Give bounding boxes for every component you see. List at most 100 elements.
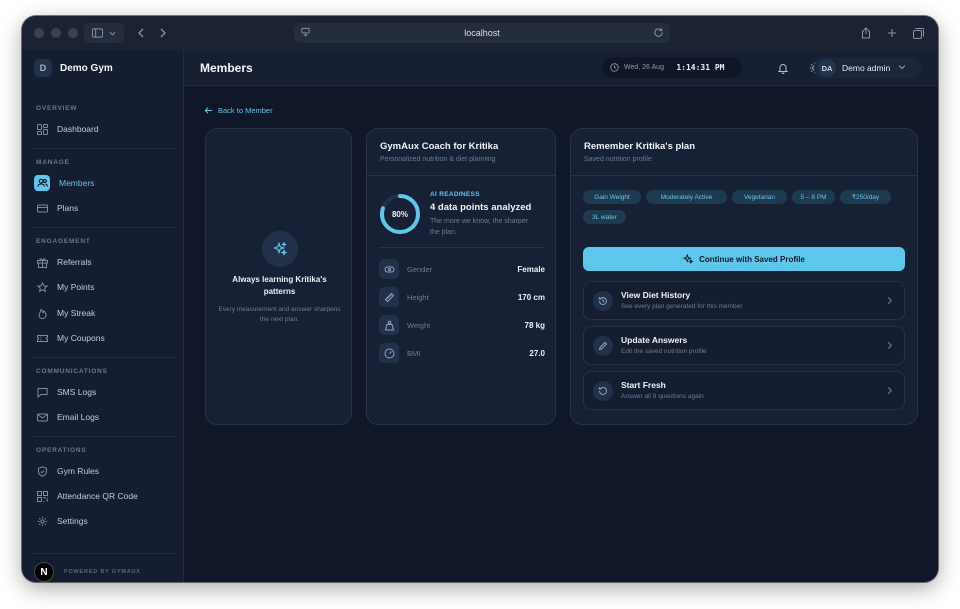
chevron-down-icon (109, 31, 116, 36)
chevron-down-icon (898, 64, 906, 72)
browser-actions (856, 23, 928, 43)
bell-icon[interactable] (777, 62, 789, 74)
action-title: Update Answers (621, 335, 688, 345)
star-icon (37, 281, 48, 293)
brand[interactable]: D Demo Gym (34, 59, 113, 77)
chip: ₹250/day (840, 190, 891, 204)
main-content: Back to Member Always learning Kritika's… (184, 86, 938, 582)
chip: Vegetarian (732, 190, 787, 204)
members-icon (34, 175, 50, 191)
sidebar-divider (32, 227, 176, 228)
sidebar-item-gym-rules[interactable]: Gym Rules (32, 461, 176, 481)
sidebar-item-sms-logs[interactable]: SMS Logs (32, 382, 176, 402)
tab-overview-button[interactable] (908, 23, 928, 43)
ai-readiness-tag: AI READINESS (430, 191, 480, 198)
action-subtitle: Answer all 9 questions again (621, 393, 704, 400)
sparkles-icon (262, 231, 298, 267)
metric-weight: Weight 78 kg (379, 315, 545, 335)
sidebar-icon (92, 28, 103, 38)
sidebar-item-my-points[interactable]: My Points (32, 277, 176, 297)
tabs-icon (912, 27, 924, 39)
forward-arrow-icon[interactable] (159, 28, 167, 38)
sidebar-item-dashboard[interactable]: Dashboard (32, 119, 176, 139)
history-nav (130, 23, 174, 43)
coach-subtitle: Personalized nutrition & diet planning (380, 156, 496, 163)
chevron-right-icon (885, 386, 894, 395)
minimize-window-button[interactable] (51, 28, 61, 38)
clock-icon (610, 63, 619, 72)
sidebar-item-label: My Coupons (57, 333, 105, 343)
sidebar-item-my-coupons[interactable]: My Coupons (32, 328, 176, 348)
arrow-left-icon (204, 106, 213, 115)
sparkles-icon (683, 254, 694, 264)
sidebar-item-referrals[interactable]: Referrals (32, 252, 176, 272)
share-icon (862, 27, 870, 39)
update-answers-button[interactable]: Update Answers Edit the saved nutrition … (583, 326, 905, 365)
action-title: Start Fresh (621, 380, 666, 390)
metric-label: Height (407, 292, 429, 302)
sidebar-item-label: Settings (57, 516, 88, 526)
weight-icon (379, 315, 399, 335)
coach-title: GymAux Coach for Kritika (380, 141, 499, 152)
start-fresh-button[interactable]: Start Fresh Answer all 9 questions again (583, 371, 905, 410)
gender-icon (379, 259, 399, 279)
learning-card: Always learning Kritika's patterns Every… (205, 128, 352, 425)
sidebar-item-members[interactable]: Members (32, 173, 176, 193)
browser-window: localhost D Demo Gym OVERVIEW Dashboard (22, 16, 938, 582)
sidebar-item-attendance-qr-code[interactable]: Attendance QR Code (32, 486, 176, 506)
sidebar-item-settings[interactable]: Settings (32, 511, 176, 531)
sidebar-item-label: Dashboard (57, 124, 99, 134)
new-tab-button[interactable] (882, 23, 902, 43)
sidebar-item-label: Plans (57, 203, 79, 213)
sidebar-toggle-button[interactable] (84, 23, 124, 43)
time-text: 1:14:31 PM (676, 63, 725, 72)
sidebar: D Demo Gym OVERVIEW Dashboard MANAGE Mem… (22, 50, 184, 582)
ticket-icon (37, 333, 48, 344)
rotate-icon (593, 381, 613, 401)
brand-name: Demo Gym (60, 62, 113, 74)
user-name: Demo admin (842, 63, 891, 73)
section-label-overview: OVERVIEW (36, 105, 78, 112)
site-settings-icon[interactable] (300, 27, 311, 38)
ruler-icon (379, 287, 399, 307)
card-divider (379, 247, 545, 248)
sidebar-item-label: Members (59, 178, 95, 188)
sidebar-item-my-streak[interactable]: My Streak (32, 303, 176, 323)
metric-height: Height 170 cm (379, 287, 545, 307)
metric-bmi: BMI 27.0 (379, 343, 545, 363)
view-diet-history-button[interactable]: View Diet History See every plan generat… (583, 281, 905, 320)
close-window-button[interactable] (34, 28, 44, 38)
action-subtitle: See every plan generated for this member (621, 303, 743, 310)
section-label-operations: OPERATIONS (36, 447, 87, 454)
address-bar[interactable]: localhost (294, 23, 670, 43)
share-button[interactable] (856, 23, 876, 43)
maximize-window-button[interactable] (68, 28, 78, 38)
app-header: Members Wed, 26 Aug · 1:14:31 PM DA Demo… (184, 50, 938, 86)
message-icon (37, 387, 48, 398)
window-controls (34, 28, 78, 38)
pencil-icon (593, 336, 613, 356)
sidebar-item-plans[interactable]: Plans (32, 198, 176, 218)
chip: 5 – 8 PM (792, 190, 835, 204)
n-logo-icon: N (34, 562, 54, 582)
metric-value: 170 cm (517, 292, 545, 302)
datetime-display: Wed, 26 Aug · 1:14:31 PM (602, 57, 742, 78)
chevron-right-icon (885, 296, 894, 305)
metric-value: 27.0 (529, 348, 545, 358)
section-label-manage: MANAGE (36, 159, 70, 166)
user-menu-button[interactable]: DA Demo admin (814, 57, 922, 79)
continue-saved-profile-button[interactable]: Continue with Saved Profile (583, 247, 905, 271)
section-label-communications: COMMUNICATIONS (36, 368, 108, 375)
back-to-member-link[interactable]: Back to Member (204, 106, 273, 115)
metric-gender: Gender Female (379, 259, 545, 279)
sidebar-divider (32, 357, 176, 358)
reload-icon[interactable] (653, 27, 664, 38)
metric-value: Female (517, 264, 545, 274)
data-points-count: 4 data points analyzed (430, 202, 532, 213)
brand-badge: D (34, 59, 52, 77)
url-text: localhost (464, 28, 500, 38)
chip: Moderately Active (646, 190, 727, 204)
sidebar-item-label: My Streak (57, 308, 96, 318)
sidebar-item-email-logs[interactable]: Email Logs (32, 407, 176, 427)
back-arrow-icon[interactable] (137, 28, 145, 38)
